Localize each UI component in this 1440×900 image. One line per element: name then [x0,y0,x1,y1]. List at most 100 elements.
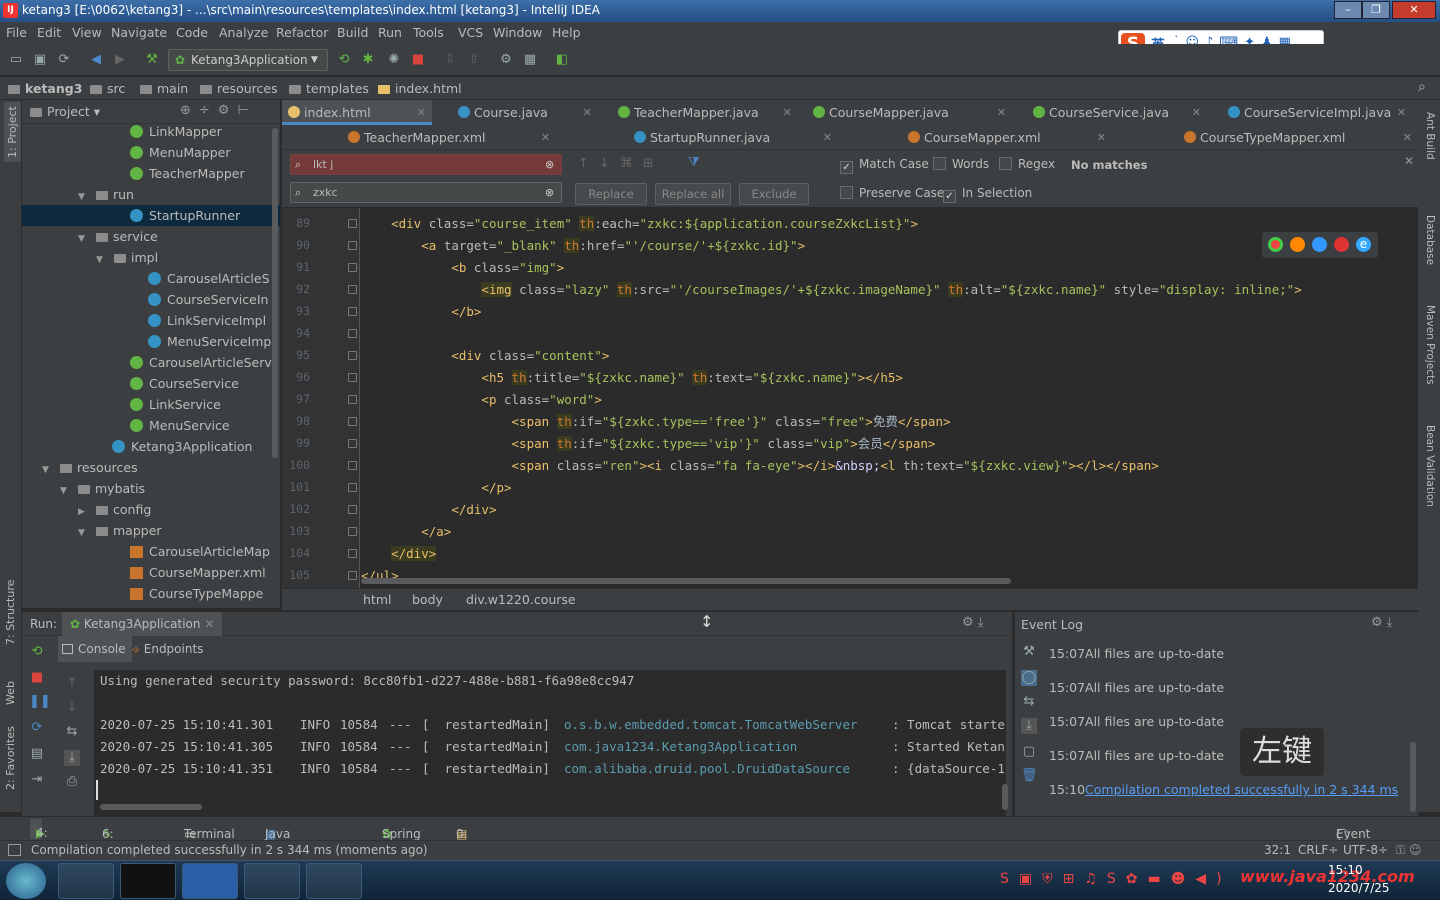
back-icon[interactable]: ◀ [88,52,104,68]
pause-icon[interactable]: ❚❚ [29,694,51,710]
menu-view[interactable]: View [72,25,102,40]
editor-tab[interactable]: StartupRunner.java ✕ [628,125,838,150]
tree-node[interactable]: CourseServiceIn [22,289,268,310]
editor-tab[interactable]: TeacherMapper.java ✕ [612,100,798,125]
editor-tab[interactable]: CourseMapper.java ✕ [807,100,1012,125]
vcs-commit-icon[interactable]: ⇧ [466,52,482,68]
debug-icon[interactable]: ✱ [360,52,376,68]
vcs-update-icon[interactable]: ⇩ [442,52,458,68]
fold-marker-icon[interactable] [348,527,357,536]
taskbar-intellij-icon[interactable] [120,863,176,899]
print-icon[interactable]: ⎙ [64,774,80,790]
tree-node[interactable]: ▼ service [22,226,158,247]
scroll-to-end-icon[interactable]: ⤓ [64,750,80,766]
find-navigation-icons[interactable]: ↑↓⌘⊞ [578,156,664,171]
tree-node[interactable]: MenuMapper [22,142,230,163]
tree-node[interactable]: ▼ resources [22,457,138,478]
fold-marker-icon[interactable] [348,461,357,470]
up-icon[interactable]: ↑ [64,676,80,692]
clock-time[interactable]: 15:10 [1328,863,1363,877]
fold-marker-icon[interactable] [348,307,357,316]
tool-maven[interactable]: Maven Projects [1424,305,1436,385]
stop-icon[interactable]: ■ [410,52,426,68]
fold-marker-icon[interactable] [348,571,357,580]
chrome-icon[interactable] [1268,237,1283,252]
sdk-icon[interactable]: ◧ [554,52,570,68]
menu-refactor[interactable]: Refactor [276,25,328,40]
rerun-icon[interactable]: ⟲ [29,644,45,660]
event-log-scrollbar[interactable] [1410,742,1416,812]
settings-icon[interactable]: ⚙ [498,52,514,68]
taskbar-app-icon[interactable] [58,863,114,899]
tree-node[interactable]: CarouselArticleMap [22,541,270,562]
close-tab-icon[interactable]: ✕ [783,100,792,125]
opera-icon[interactable] [1334,237,1349,252]
menu-file[interactable]: File [6,25,27,40]
tree-node[interactable]: ▶ config [22,499,151,520]
tool-bean-validation[interactable]: Bean Validation [1424,425,1436,507]
taskbar-app-icon[interactable] [182,863,238,899]
system-tray-icons[interactable]: S▣⛨⊞♫S✿▬☻◀) [1000,871,1232,887]
editor-horizontal-scrollbar[interactable] [361,578,1011,584]
firefox-icon[interactable] [1290,237,1305,252]
tool-ant-build[interactable]: Ant Build [1424,112,1436,160]
code-editor[interactable]: <div class="course_item" th:each="zxkc:$… [361,208,1418,588]
tool-project[interactable]: 1: Project [4,102,21,162]
menu-navigate[interactable]: Navigate [111,25,167,40]
taskbar-chrome-icon[interactable] [306,863,362,899]
sync-icon[interactable]: ⟳ [56,52,72,68]
console-output[interactable]: Using generated security password: 8cc80… [94,670,1006,816]
editor-tab[interactable]: index.html ✕ [282,100,432,125]
breadcrumb-main[interactable]: main [140,81,188,96]
console-scrollbar[interactable] [100,804,202,810]
tree-node[interactable]: CourseTypeMappe [22,583,263,604]
caret-position[interactable]: 32:1 [1264,843,1291,857]
in-selection-checkbox[interactable]: ✓ In Selection [943,186,1032,203]
tree-node[interactable]: LinkService [22,394,221,415]
menu-vcs[interactable]: VCS [458,25,483,40]
save-icon[interactable]: ▣ [32,52,48,68]
tree-node[interactable]: LinkServiceImpl [22,310,266,331]
tool-tab-run[interactable]: ▶ 4: Run [30,819,59,858]
menu-analyze[interactable]: Analyze [219,25,268,40]
minimize-button[interactable]: – [1334,1,1362,19]
editor-tab[interactable]: TeacherMapper.xml ✕ [342,125,556,150]
editor-tab[interactable]: CourseMapper.xml ✕ [902,125,1112,150]
crumb-body[interactable]: body [412,592,443,607]
maximize-button[interactable]: ❐ [1362,1,1390,19]
ie-icon[interactable]: e [1356,237,1371,252]
fold-marker-icon[interactable] [348,417,357,426]
clock-date[interactable]: 2020/7/25 [1328,881,1390,895]
replace-button[interactable]: Replace [575,183,647,205]
close-find-icon[interactable]: ✕ [1404,154,1414,168]
fold-marker-icon[interactable] [348,263,357,272]
close-tab-icon[interactable]: ✕ [1403,125,1412,150]
tree-node[interactable]: StartupRunner [22,205,280,226]
menu-edit[interactable]: Edit [37,25,61,40]
menu-run[interactable]: Run [378,25,402,40]
stop-icon[interactable]: ■ [29,670,45,686]
restart-icon[interactable]: ⟳ [29,720,45,736]
breadcrumb-templates[interactable]: templates [289,81,369,96]
tree-node[interactable]: Ketang3Application [22,436,252,457]
fold-marker-icon[interactable] [348,373,357,382]
tree-node[interactable]: ▼ impl [22,247,158,268]
replace-all-button[interactable]: Replace all [655,183,731,205]
breadcrumb-file[interactable]: index.html [378,81,462,96]
file-encoding[interactable]: UTF-8÷ [1343,843,1388,857]
editor-tab[interactable]: Course.java ✕ [452,100,598,125]
editor-tab[interactable]: CourseServiceImpl.java ✕ [1222,100,1412,125]
tool-database[interactable]: Database [1424,215,1436,265]
safari-icon[interactable] [1312,237,1327,252]
editor-tab[interactable]: CourseTypeMapper.xml ✕ [1178,125,1418,150]
tree-node[interactable]: TeacherMapper [22,163,245,184]
tool-structure[interactable]: 7: Structure [4,580,17,645]
tree-node[interactable]: MenuService [22,415,230,436]
line-separator[interactable]: CRLF÷ [1298,843,1338,857]
start-button-icon[interactable] [6,863,46,899]
fold-marker-icon[interactable] [348,351,357,360]
close-tab-icon[interactable]: ✕ [583,100,592,125]
search-input[interactable]: ⌕ lkt j ⊗ [290,154,562,175]
tree-node[interactable]: CarouselArticleS [22,268,270,289]
tree-node[interactable]: ▼ mapper [22,520,162,541]
